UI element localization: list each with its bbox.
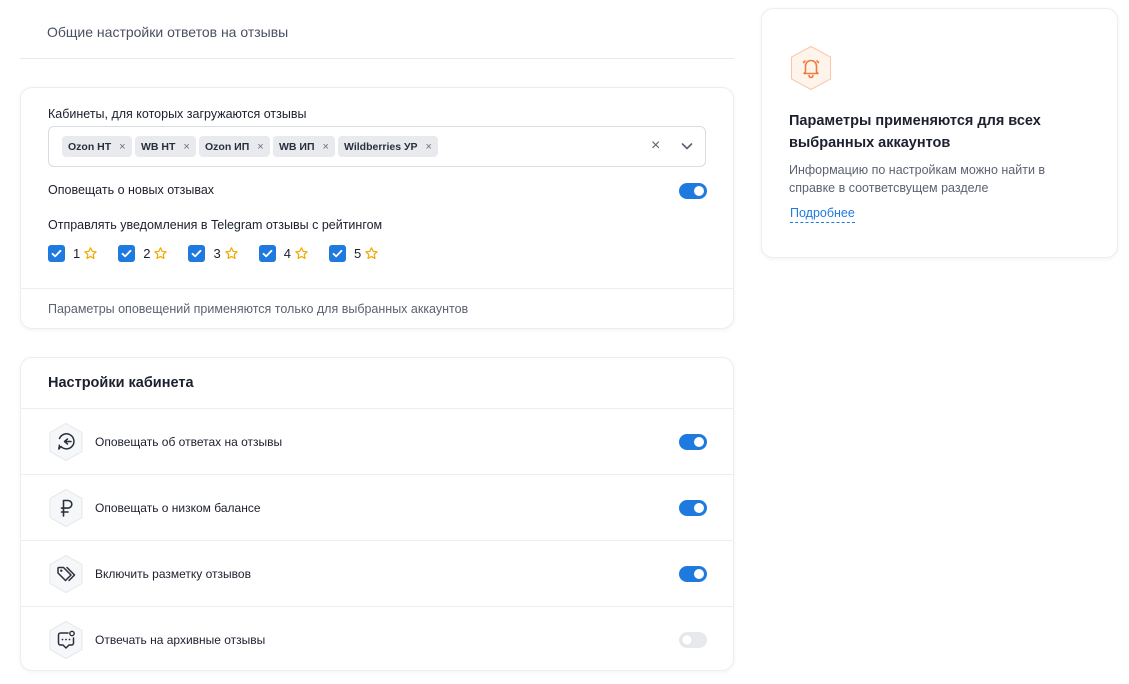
more-link[interactable]: Подробнее	[790, 206, 855, 223]
chip-label: Ozon ИП	[205, 140, 250, 153]
checkbox[interactable]	[48, 245, 65, 262]
cabinet-settings-title: Настройки кабинета	[48, 375, 194, 391]
setting-label: Отвечать на архивные отзывы	[95, 633, 266, 647]
reply-chat-icon	[49, 422, 83, 462]
tags-icon	[49, 554, 83, 594]
chevron-down-icon[interactable]	[680, 139, 694, 153]
rating-checkboxes: 1 2 3 4 5	[48, 245, 399, 262]
star-icon	[365, 247, 378, 260]
notify-new-toggle[interactable]	[679, 183, 707, 199]
rating-checkbox-3[interactable]: 3	[188, 245, 238, 262]
section-divider	[20, 58, 734, 59]
check-icon	[262, 249, 273, 258]
chip-ozon-ip: Ozon ИП ×	[199, 136, 270, 157]
toggle-knob	[694, 437, 704, 447]
setting-row-reply-notify: Оповещать об ответах на отзывы	[21, 408, 733, 474]
check-icon	[121, 249, 132, 258]
rating-value: 1	[73, 246, 81, 261]
setting-row-low-balance: Оповещать о низком балансе	[21, 474, 733, 540]
chip-label: WB НТ	[141, 140, 176, 153]
checkbox[interactable]	[258, 245, 276, 262]
rating-checkbox-5[interactable]: 5	[328, 245, 379, 262]
general-settings-card: Кабинеты, для которых загружаются отзывы…	[20, 87, 734, 329]
cabinet-settings-card: Настройки кабинета Оповещать об ответах …	[20, 357, 734, 671]
chip-remove-icon[interactable]: ×	[426, 141, 432, 153]
card-divider	[21, 288, 733, 289]
reply-notify-toggle[interactable]	[679, 434, 707, 450]
setting-row-archive-reply: Отвечать на архивные отзывы	[21, 606, 733, 672]
rating-checkbox-1[interactable]: 1	[48, 245, 98, 262]
chip-label: Ozon НТ	[68, 140, 112, 153]
rating-value: 2	[143, 246, 151, 261]
low-balance-toggle[interactable]	[679, 500, 707, 516]
star-icon	[224, 247, 238, 260]
review-tags-toggle[interactable]	[679, 566, 707, 582]
toggle-knob	[694, 569, 704, 579]
chip-remove-icon[interactable]: ×	[257, 141, 263, 153]
check-icon	[192, 249, 202, 258]
toggle-knob	[694, 503, 704, 513]
chip-remove-icon[interactable]: ×	[119, 141, 125, 153]
chip-wb-nt: WB НТ ×	[135, 136, 196, 157]
rating-value: 5	[353, 246, 362, 261]
chip-remove-icon[interactable]: ×	[183, 141, 189, 153]
checkbox[interactable]	[328, 245, 346, 262]
chip-ozon-nt: Ozon НТ ×	[62, 136, 132, 157]
check-icon	[332, 249, 343, 258]
star-icon	[295, 247, 308, 260]
info-title: Параметры применяются для всех выбранных…	[789, 113, 1041, 151]
setting-label: Оповещать об ответах на отзывы	[95, 435, 283, 449]
checkbox[interactable]	[118, 245, 136, 262]
star-icon	[84, 247, 97, 260]
chip-label: WB ИП	[279, 140, 315, 153]
setting-label: Включить разметку отзывов	[95, 567, 251, 581]
rating-checkbox-2[interactable]: 2	[118, 245, 168, 262]
toggle-knob	[694, 186, 704, 196]
rating-value: 4	[283, 246, 291, 261]
info-text: Информацию по настройкам можно найти в с…	[789, 163, 1046, 195]
checkbox[interactable]	[188, 245, 206, 262]
info-card: Параметры применяются для всех выбранных…	[761, 8, 1118, 258]
section-title: Общие настройки ответов на отзывы	[47, 24, 289, 40]
notify-new-label: Оповещать о новых отзывах	[48, 183, 215, 197]
toggle-knob	[682, 635, 692, 645]
chat-badge-icon	[49, 620, 83, 660]
bell-icon	[791, 45, 831, 91]
chip-wb-ip: WB ИП ×	[273, 136, 335, 157]
cabinets-label: Кабинеты, для которых загружаются отзывы	[48, 107, 307, 121]
cabinets-select[interactable]: Ozon НТ × WB НТ × Ozon ИП × WB ИП × Wild…	[48, 126, 706, 167]
rating-checkbox-4[interactable]: 4	[258, 245, 309, 262]
notification-note: Параметры оповещений применяются только …	[48, 302, 469, 316]
chip-remove-icon[interactable]: ×	[323, 141, 329, 153]
star-icon	[154, 247, 168, 260]
rating-value: 3	[213, 246, 221, 261]
chip-label: Wildberries УР	[344, 140, 418, 153]
ruble-icon	[49, 488, 83, 528]
setting-row-review-tags: Включить разметку отзывов	[21, 540, 733, 606]
clear-all-icon[interactable]: ×	[651, 137, 660, 155]
archive-reply-toggle[interactable]	[679, 632, 707, 648]
setting-label: Оповещать о низком балансе	[95, 501, 261, 515]
telegram-rating-label: Отправлять уведомления в Telegram отзывы…	[48, 218, 383, 232]
chip-wildberries-ur: Wildberries УР ×	[338, 136, 438, 157]
check-icon	[51, 249, 62, 258]
